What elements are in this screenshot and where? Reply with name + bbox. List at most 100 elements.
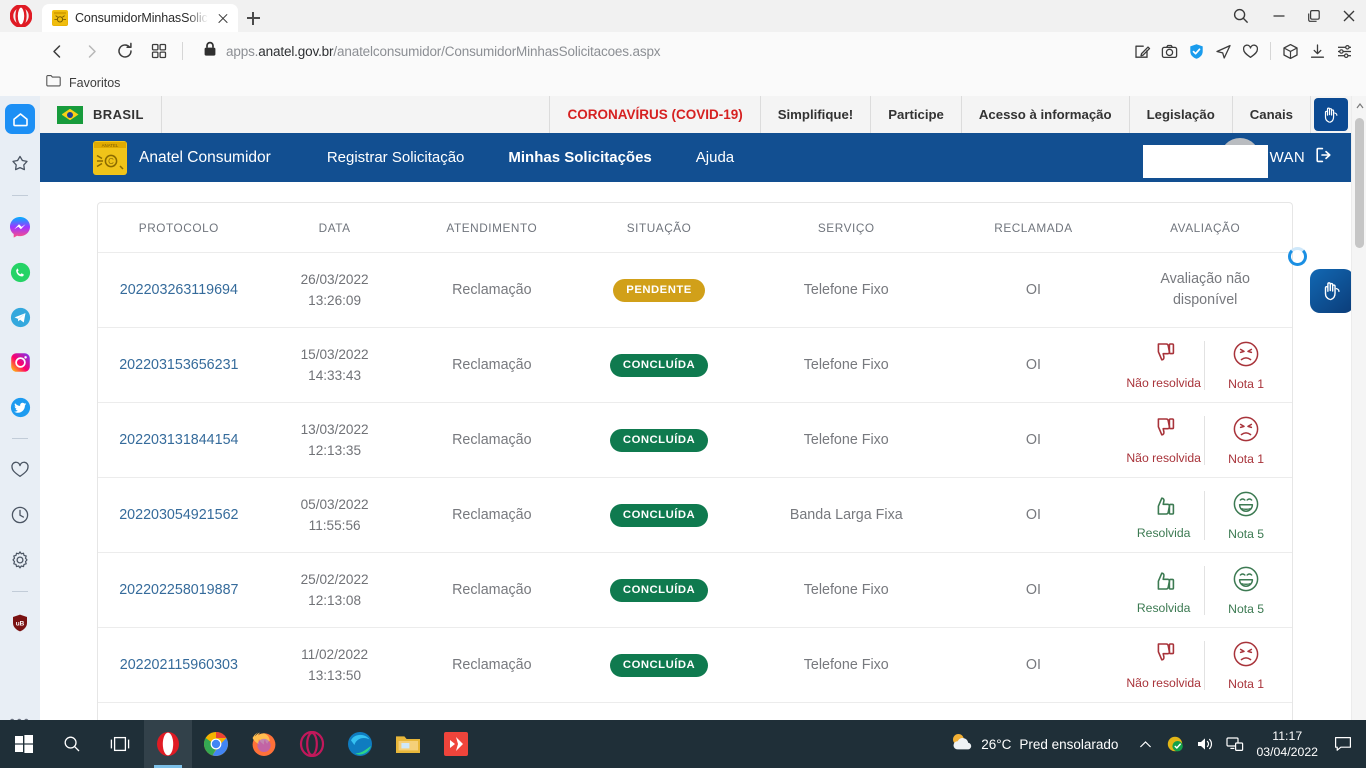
sidebar-item-speed-dial[interactable] [5, 149, 35, 179]
download-icon[interactable] [1304, 34, 1331, 68]
new-tab-button[interactable] [238, 4, 268, 32]
avaliacao-nota[interactable]: Nota 1 [1205, 415, 1287, 466]
sidebar-item-messenger[interactable] [5, 212, 35, 242]
taskbar-app-file-explorer[interactable] [384, 720, 432, 768]
servico-value: Telefone Fixo [803, 357, 889, 373]
send-icon[interactable] [1210, 34, 1237, 68]
avaliacao-resolucao[interactable]: Resolvida [1123, 565, 1206, 615]
scrollbar-thumb[interactable] [1355, 118, 1364, 248]
antivirus-icon[interactable] [1160, 720, 1190, 768]
sidebar-item-bookmarks[interactable] [5, 455, 35, 485]
browser-tab[interactable]: ConsumidorMinhasSolicita [42, 4, 238, 32]
address-bar[interactable]: apps.anatel.gov.br/anatelconsumidor/Cons… [189, 36, 1129, 66]
govbr-brasil[interactable]: BRASIL [40, 96, 162, 133]
govbr-item-acesso-a-informacao[interactable]: Acesso à informação [962, 96, 1130, 133]
protocolo-link[interactable]: 202203263119694 [120, 282, 238, 299]
markup-icon[interactable] [1129, 34, 1156, 68]
table-row[interactable]: 202202115960303 11/02/2022 13:13:50 Reclama… [98, 628, 1292, 703]
volume-icon[interactable] [1190, 720, 1220, 768]
taskbar-app-opera[interactable] [144, 720, 192, 768]
network-icon[interactable] [1220, 720, 1250, 768]
tab-grid-icon[interactable] [142, 34, 176, 68]
avaliacao-nota[interactable]: Nota 1 [1205, 340, 1287, 391]
search-icon[interactable] [1221, 0, 1261, 32]
avaliacao-nota[interactable]: Nota 5 [1205, 565, 1287, 616]
govbr-item-coronavirus[interactable]: CORONAVÍRUS (COVID-19) [550, 96, 761, 133]
avaliacao-nota[interactable]: Nota 1 [1205, 640, 1287, 691]
reload-icon[interactable] [108, 34, 142, 68]
table-row[interactable]: 202203054921562 05/03/2022 11:55:56 Reclama… [98, 478, 1292, 553]
taskbar-app-opera-gx[interactable] [288, 720, 336, 768]
reclamada-value: OI [1025, 582, 1041, 598]
nav-registrar-solicitacao[interactable]: Registrar Solicitação [327, 133, 465, 182]
opera-menu-button[interactable] [0, 0, 42, 32]
protocolo-link[interactable]: 202203131844154 [119, 432, 238, 449]
sidebar-item-twitter[interactable] [5, 392, 35, 422]
sidebar-item-settings[interactable] [5, 545, 35, 575]
atendimento-value: Reclamação [452, 282, 532, 298]
govbr-item-legislacao[interactable]: Legislação [1130, 96, 1233, 133]
search-icon[interactable] [48, 720, 96, 768]
govbr-item-canais[interactable]: Canais [1233, 96, 1311, 133]
chevron-up-icon[interactable] [1130, 720, 1160, 768]
bookmark-favoritos[interactable]: Favoritos [69, 76, 120, 90]
nav-ajuda[interactable]: Ajuda [696, 133, 734, 182]
table-row[interactable]: 202202258019887 25/02/2022 12:13:08 Reclama… [98, 553, 1292, 628]
scroll-up-icon[interactable] [1352, 98, 1366, 114]
bookmarks-bar: Favoritos [0, 70, 1366, 96]
avaliacao-resolucao[interactable]: Não resolvida [1123, 415, 1206, 465]
sidebar-item-instagram[interactable] [5, 347, 35, 377]
avaliacao-resolucao[interactable]: Resolvida [1123, 490, 1206, 540]
table-row[interactable]: 202203153656231 15/03/2022 14:33:43 Reclama… [98, 328, 1292, 403]
window-close-icon[interactable] [1331, 0, 1366, 32]
sidebar-item-telegram[interactable] [5, 302, 35, 332]
govbr-item-participe[interactable]: Participe [871, 96, 962, 133]
page-scrollbar[interactable] [1351, 96, 1366, 744]
site-brand[interactable]: Anatel Consumidor [139, 149, 271, 167]
sidebar-item-ublock[interactable]: uB [5, 608, 35, 638]
maximize-icon[interactable] [1296, 0, 1331, 32]
protocolo-link[interactable]: 202203054921562 [119, 507, 238, 524]
table-row[interactable]: 202203131844154 13/03/2022 12:13:35 Reclama… [98, 403, 1292, 478]
heart-icon[interactable] [1237, 34, 1264, 68]
close-icon[interactable] [215, 10, 231, 26]
taskbar-app-chrome[interactable] [192, 720, 240, 768]
clock[interactable]: 11:17 03/04/2022 [1250, 728, 1328, 760]
avaliacao-cell: Não resolvida Nota 1 [1118, 640, 1292, 691]
lock-icon[interactable] [203, 41, 217, 62]
avaliacao-resolucao[interactable]: Não resolvida [1123, 340, 1206, 390]
sidebar-item-home[interactable] [5, 104, 35, 134]
sidebar-item-history[interactable] [5, 500, 35, 530]
user-name: WAN [1269, 149, 1305, 166]
protocolo-link[interactable]: 202203153656231 [119, 357, 238, 374]
protocolo-link[interactable]: 202202258019887 [119, 582, 238, 599]
taskbar-app-anydesk[interactable] [432, 720, 480, 768]
forward-icon[interactable] [74, 34, 108, 68]
sidebar-item-whatsapp[interactable] [5, 257, 35, 287]
weather-widget[interactable]: 26°C Pred ensolarado [949, 731, 1130, 758]
notification-icon[interactable] [1328, 720, 1358, 768]
shield-vpn-icon[interactable] [1183, 34, 1210, 68]
vlibras-float-icon[interactable] [1310, 269, 1354, 313]
minimize-icon[interactable] [1261, 0, 1296, 32]
easy-setup-icon[interactable] [1331, 34, 1358, 68]
anatel-logo-icon[interactable]: ANATEL C [93, 140, 127, 175]
vlibras-hands-icon[interactable] [1314, 98, 1348, 131]
taskbar-app-edge[interactable] [336, 720, 384, 768]
cube-wallet-icon[interactable] [1277, 34, 1304, 68]
back-icon[interactable] [40, 34, 74, 68]
opera-sidebar: uB ••• [0, 96, 40, 744]
taskbar-app-firefox[interactable] [240, 720, 288, 768]
start-icon[interactable] [0, 720, 48, 768]
protocolo-link[interactable]: 202202115960303 [120, 657, 238, 674]
redaction-box [1143, 145, 1268, 178]
avaliacao-resolucao[interactable]: Não resolvida [1123, 640, 1206, 690]
logout-icon[interactable] [1315, 146, 1333, 169]
task-view-icon[interactable] [96, 720, 144, 768]
snapshot-camera-icon[interactable] [1156, 34, 1183, 68]
table-row[interactable]: 202203263119694 26/03/2022 13:26:09 Reclama… [98, 253, 1292, 328]
avaliacao-nota[interactable]: Nota 5 [1205, 490, 1287, 541]
govbr-item-simplifique[interactable]: Simplifique! [761, 96, 872, 133]
govbr-brasil-label: BRASIL [93, 107, 144, 122]
nav-minhas-solicitacoes[interactable]: Minhas Solicitações [508, 133, 651, 182]
